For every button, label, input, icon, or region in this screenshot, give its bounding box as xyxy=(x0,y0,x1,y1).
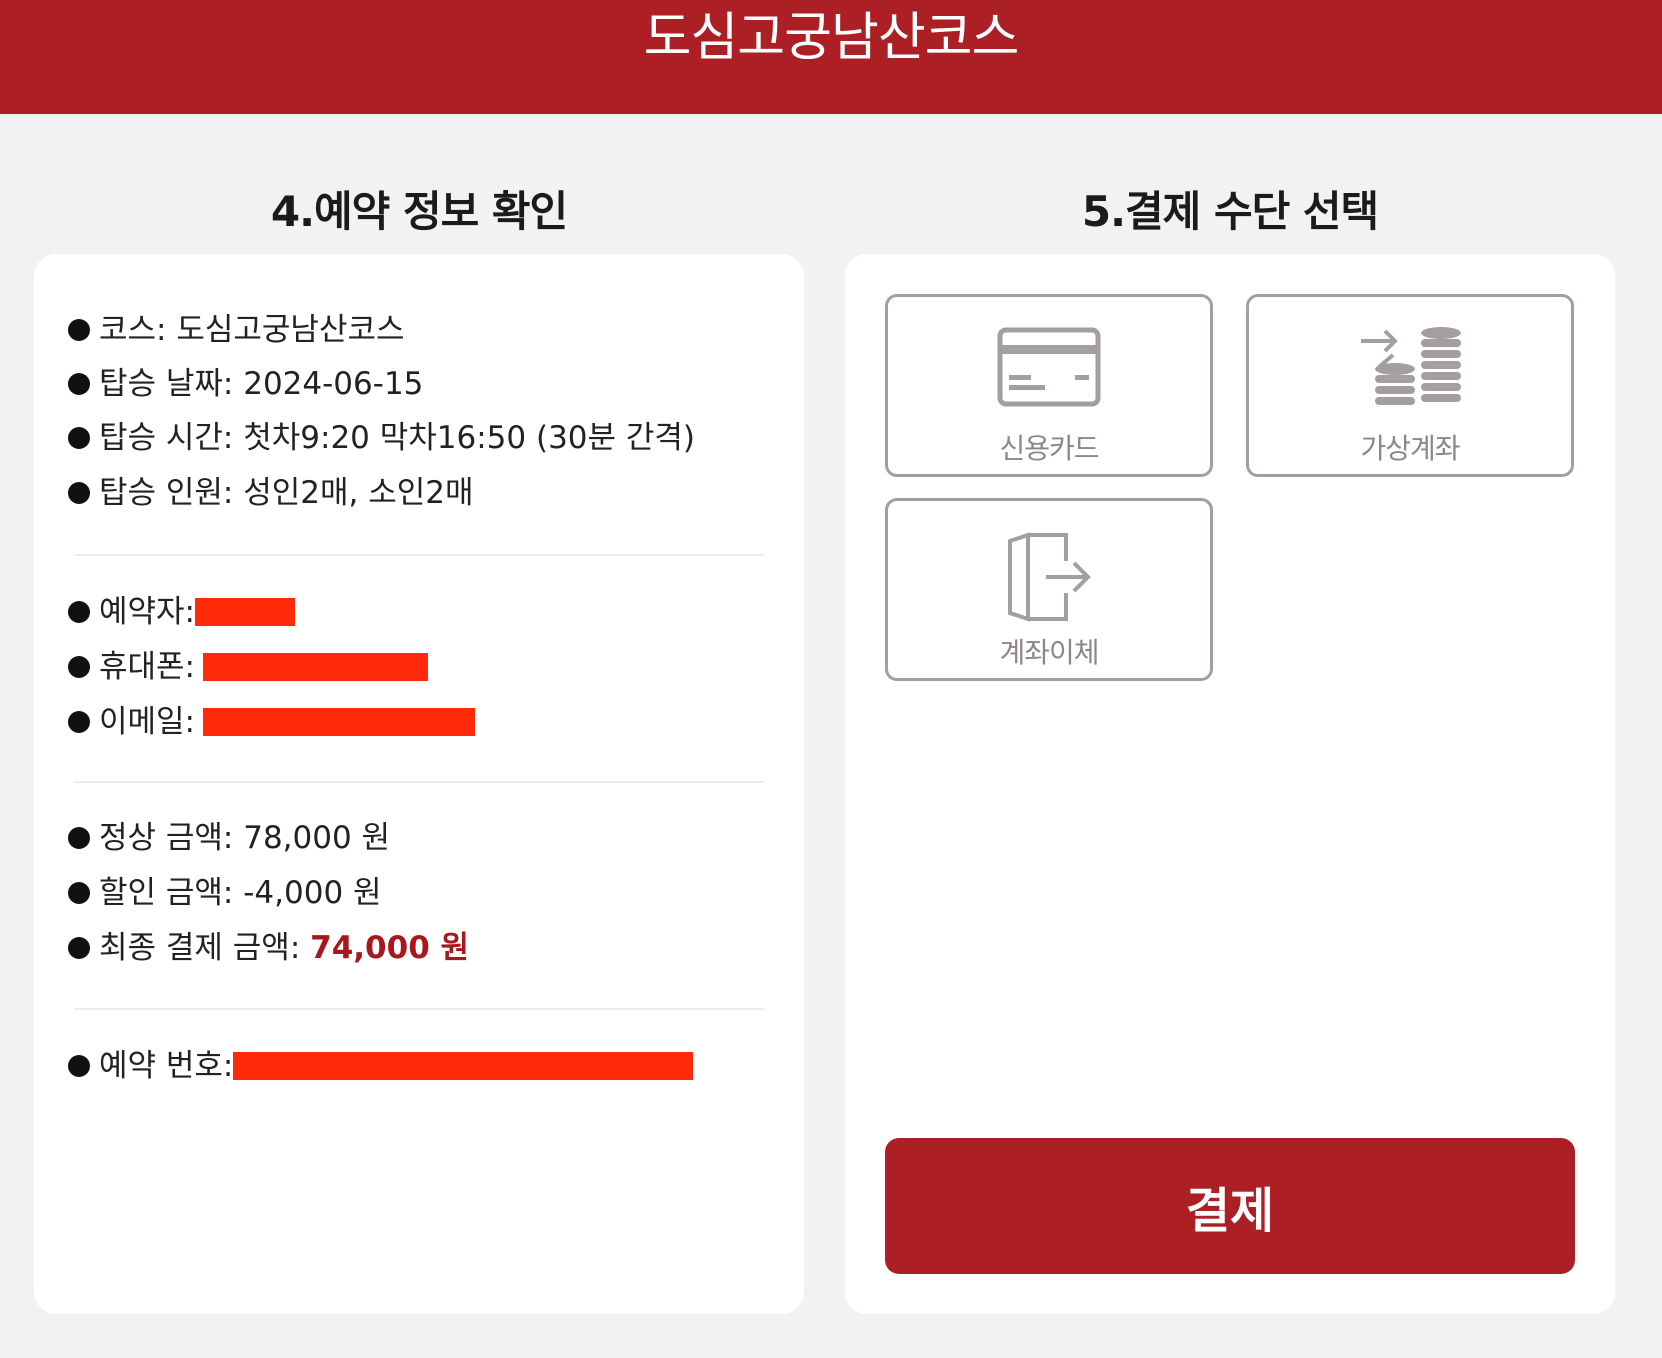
pay-option-virtual-account[interactable]: 가상계좌 xyxy=(1246,294,1574,477)
final-price-line: 최종 결제 금액: 74,000 원 xyxy=(68,928,469,968)
pay-option-bank-transfer[interactable]: 계좌이체 xyxy=(885,498,1213,681)
pay-button[interactable]: 결제 xyxy=(885,1138,1575,1274)
course-line: 코스: 도심고궁남산코스 xyxy=(68,310,405,350)
bullet-icon xyxy=(68,601,90,623)
people-line: 탑승 인원: 성인2매, 소인2매 xyxy=(68,473,474,513)
date-line: 탑승 날짜: 2024-06-15 xyxy=(68,364,423,404)
customer-phone-line: 휴대폰: xyxy=(68,647,429,687)
bullet-icon xyxy=(68,882,90,904)
bullet-icon xyxy=(68,319,90,341)
redacted-email xyxy=(203,708,476,736)
pay-option-credit-card[interactable]: 신용카드 xyxy=(885,294,1213,477)
time-line: 탑승 시간: 첫차9:20 막차16:50 (30분 간격) xyxy=(68,418,695,458)
discount-price-line: 할인 금액: -4,000 원 xyxy=(68,873,382,913)
divider xyxy=(74,1008,764,1010)
bullet-icon xyxy=(68,937,90,959)
customer-name-line: 예약자: xyxy=(68,592,296,632)
pay-option-label: 신용카드 xyxy=(999,432,1099,465)
redacted-booking-number xyxy=(233,1052,694,1080)
bullet-icon xyxy=(68,827,90,849)
coins-transfer-icon xyxy=(1361,327,1461,405)
bullet-icon xyxy=(68,656,90,678)
divider xyxy=(74,781,764,783)
reservation-info-panel: 코스: 도심고궁남산코스 탑승 날짜: 2024-06-15 탑승 시간: 첫차… xyxy=(34,254,804,1314)
pay-option-label: 가상계좌 xyxy=(1360,432,1460,465)
reservation-info-title: 4.예약 정보 확인 xyxy=(270,187,568,236)
divider xyxy=(74,554,764,556)
bullet-icon xyxy=(68,482,90,504)
bullet-icon xyxy=(68,1055,90,1077)
redacted-name xyxy=(195,598,296,626)
header-bar: 도심고궁남산코스 xyxy=(0,0,1662,114)
bullet-icon xyxy=(68,373,90,395)
booking-number-line: 예약 번호: xyxy=(68,1046,694,1086)
final-price-value: 74,000 원 xyxy=(310,930,470,966)
redacted-phone xyxy=(203,653,429,681)
bullet-icon xyxy=(68,427,90,449)
payment-method-title: 5.결제 수단 선택 xyxy=(1081,187,1379,236)
bullet-icon xyxy=(68,711,90,733)
payment-method-panel: 신용카드 가상계좌 계좌이체 결제 xyxy=(845,254,1615,1314)
pay-option-label: 계좌이체 xyxy=(999,636,1099,669)
customer-email-line: 이메일: xyxy=(68,702,476,742)
page-title: 도심고궁남산코스 xyxy=(643,8,1020,68)
credit-card-icon xyxy=(997,327,1101,407)
regular-price-line: 정상 금액: 78,000 원 xyxy=(68,818,390,858)
door-exit-icon xyxy=(1008,532,1091,622)
